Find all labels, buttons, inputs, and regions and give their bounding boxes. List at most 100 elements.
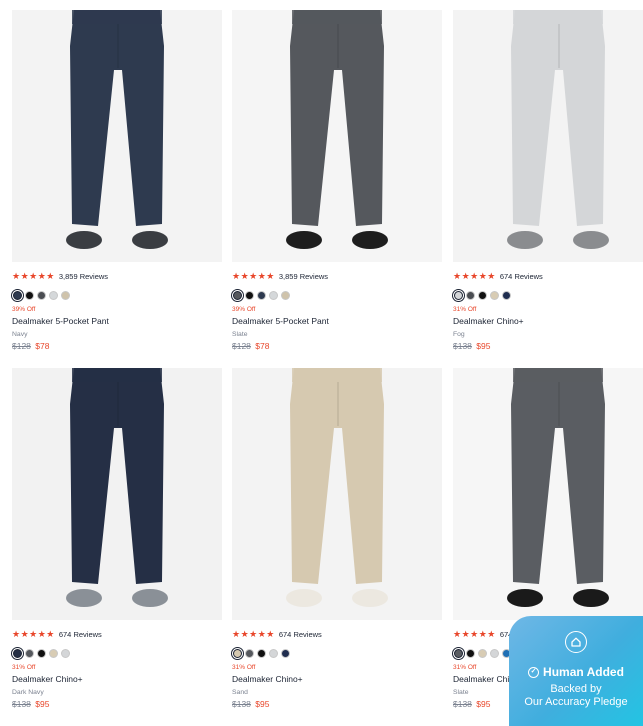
product-image [453, 10, 643, 262]
product-image-frame[interactable] [12, 10, 222, 262]
review-count[interactable]: 674 Reviews [279, 630, 322, 639]
product-image-frame[interactable] [453, 368, 643, 620]
discount-label: 39% Off [12, 306, 36, 313]
original-price: $138 [453, 341, 472, 351]
color-swatch[interactable] [233, 291, 242, 300]
discount-label: 31% Off [453, 664, 477, 671]
price: $128 $78 [12, 341, 49, 351]
product-image-frame[interactable] [453, 10, 643, 262]
color-swatches [233, 649, 290, 658]
color-swatch[interactable] [466, 291, 475, 300]
sale-price: $78 [35, 341, 50, 351]
color-swatch[interactable] [454, 291, 463, 300]
star-rating-icon: ★★★★★ [12, 628, 55, 639]
star-rating-icon: ★★★★★ [453, 628, 496, 639]
badge-heading: ✓ Human Added [509, 665, 643, 679]
rating-row[interactable]: ★★★★★ 674 Reviews [232, 628, 322, 640]
color-swatch[interactable] [61, 649, 70, 658]
color-swatch[interactable] [281, 291, 290, 300]
color-swatches [233, 291, 290, 300]
product-name[interactable]: Dealmaker Chino+ [453, 316, 524, 326]
color-swatch[interactable] [245, 291, 254, 300]
color-swatch[interactable] [257, 291, 266, 300]
color-swatch[interactable] [478, 649, 487, 658]
star-rating-icon: ★★★★★ [12, 270, 55, 281]
sale-price: $95 [476, 341, 491, 351]
product-image-frame[interactable] [12, 368, 222, 620]
color-swatch[interactable] [49, 291, 58, 300]
color-swatches [13, 649, 70, 658]
star-rating-icon: ★★★★★ [453, 270, 496, 281]
color-swatches [13, 291, 70, 300]
badge-line-2: Backed by [550, 683, 602, 695]
original-price: $128 [12, 341, 31, 351]
product-name[interactable]: Dealmaker Chino+ [12, 674, 83, 684]
color-swatch[interactable] [257, 649, 266, 658]
color-swatch[interactable] [454, 649, 463, 658]
sale-price: $95 [476, 699, 491, 709]
price: $138 $95 [12, 699, 49, 709]
review-count[interactable]: 3,859 Reviews [59, 272, 108, 281]
home-shield-icon [565, 631, 587, 653]
color-swatch[interactable] [478, 291, 487, 300]
color-swatch[interactable] [269, 291, 278, 300]
price: $138 $95 [453, 341, 490, 351]
price: $138 $95 [453, 699, 490, 709]
product-image-frame[interactable] [232, 10, 442, 262]
discount-label: 39% Off [232, 306, 256, 313]
rating-row[interactable]: ★★★★★ 674 Reviews [12, 628, 102, 640]
original-price: $138 [232, 699, 251, 709]
color-swatch[interactable] [233, 649, 242, 658]
product-name[interactable]: Dealmaker Chino+ [232, 674, 303, 684]
star-rating-icon: ★★★★★ [232, 270, 275, 281]
color-swatch[interactable] [502, 291, 511, 300]
color-swatch[interactable] [245, 649, 254, 658]
color-swatch[interactable] [37, 649, 46, 658]
color-swatch[interactable] [25, 649, 34, 658]
product-image-frame[interactable] [232, 368, 442, 620]
color-swatch[interactable] [13, 291, 22, 300]
original-price: $138 [453, 699, 472, 709]
product-color-name: Fog [453, 331, 465, 338]
product-image [232, 10, 442, 262]
rating-row[interactable]: ★★★★★ 3,859 Reviews [232, 270, 328, 282]
product-image [12, 10, 222, 262]
check-circle-icon: ✓ [528, 666, 540, 678]
price: $138 $95 [232, 699, 269, 709]
color-swatch[interactable] [13, 649, 22, 658]
color-swatch[interactable] [269, 649, 278, 658]
color-swatches [454, 291, 511, 300]
color-swatch[interactable] [61, 291, 70, 300]
product-color-name: Slate [232, 331, 248, 338]
product-name[interactable]: Dealmaker 5-Pocket Pant [232, 316, 329, 326]
color-swatch[interactable] [281, 649, 290, 658]
original-price: $128 [232, 341, 251, 351]
rating-row[interactable]: ★★★★★ 3,859 Reviews [12, 270, 108, 282]
original-price: $138 [12, 699, 31, 709]
product-color-name: Dark Navy [12, 689, 44, 696]
color-swatch[interactable] [49, 649, 58, 658]
badge-title: Human Added [543, 665, 624, 679]
discount-label: 31% Off [453, 306, 477, 313]
color-swatches [454, 649, 511, 658]
sale-price: $95 [35, 699, 50, 709]
badge-line-3: Our Accuracy Pledge [524, 696, 628, 708]
color-swatch[interactable] [466, 649, 475, 658]
color-swatch[interactable] [37, 291, 46, 300]
product-color-name: Sand [232, 689, 248, 696]
review-count[interactable]: 674 Reviews [59, 630, 102, 639]
color-swatch[interactable] [490, 291, 499, 300]
review-count[interactable]: 3,859 Reviews [279, 272, 328, 281]
product-color-name: Navy [12, 331, 28, 338]
review-count[interactable]: 674 Reviews [500, 272, 543, 281]
product-color-name: Slate [453, 689, 469, 696]
star-rating-icon: ★★★★★ [232, 628, 275, 639]
product-name[interactable]: Dealmaker 5-Pocket Pant [12, 316, 109, 326]
sale-price: $78 [255, 341, 270, 351]
product-image [453, 368, 643, 620]
discount-label: 31% Off [232, 664, 256, 671]
accuracy-pledge-badge[interactable]: ✓ Human Added Backed by Our Accuracy Ple… [509, 616, 643, 726]
color-swatch[interactable] [490, 649, 499, 658]
color-swatch[interactable] [25, 291, 34, 300]
rating-row[interactable]: ★★★★★ 674 Reviews [453, 270, 543, 282]
